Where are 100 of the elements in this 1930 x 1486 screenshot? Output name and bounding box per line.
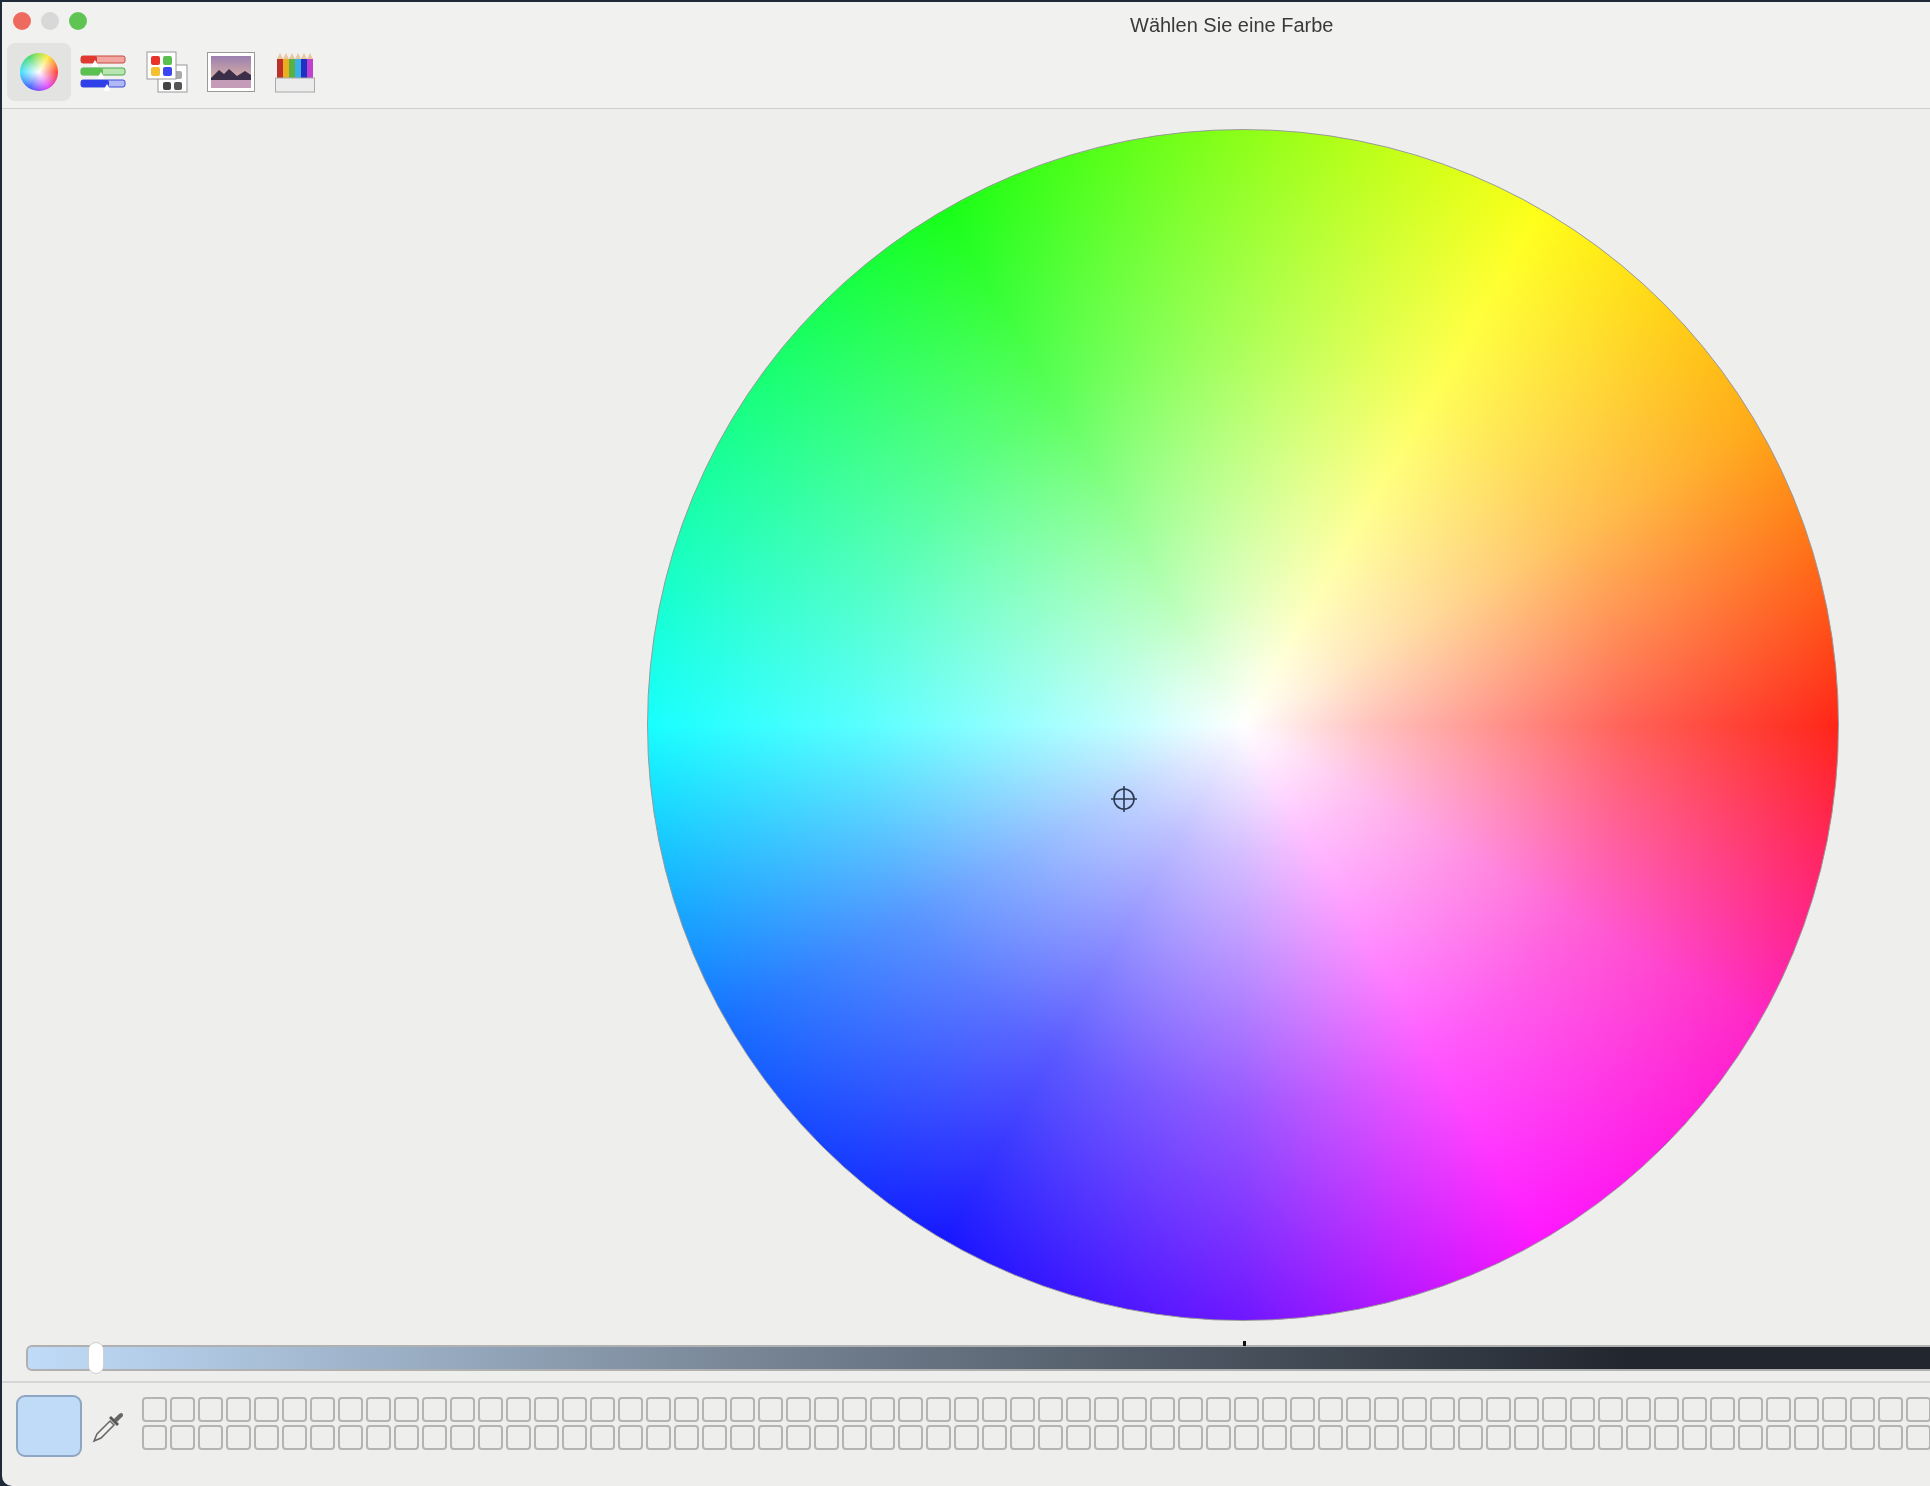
empty-swatch[interactable] <box>1794 1425 1819 1450</box>
empty-swatch[interactable] <box>1570 1397 1595 1422</box>
empty-swatch[interactable] <box>282 1425 307 1450</box>
empty-swatch[interactable] <box>1598 1425 1623 1450</box>
empty-swatch[interactable] <box>170 1425 195 1450</box>
empty-swatch[interactable] <box>1514 1425 1539 1450</box>
minimize-button[interactable] <box>41 12 59 30</box>
empty-swatch[interactable] <box>1066 1397 1091 1422</box>
empty-swatch[interactable] <box>1738 1397 1763 1422</box>
empty-swatch[interactable] <box>1738 1425 1763 1450</box>
empty-swatch[interactable] <box>646 1425 671 1450</box>
empty-swatch[interactable] <box>1402 1397 1427 1422</box>
empty-swatch[interactable] <box>982 1425 1007 1450</box>
empty-swatch[interactable] <box>1066 1425 1091 1450</box>
empty-swatch[interactable] <box>1878 1425 1903 1450</box>
empty-swatch[interactable] <box>1234 1425 1259 1450</box>
empty-swatch[interactable] <box>310 1397 335 1422</box>
empty-swatch[interactable] <box>1430 1425 1455 1450</box>
empty-swatch[interactable] <box>226 1397 251 1422</box>
empty-swatch[interactable] <box>926 1425 951 1450</box>
empty-swatch[interactable] <box>954 1397 979 1422</box>
empty-swatch[interactable] <box>1206 1425 1231 1450</box>
empty-swatch[interactable] <box>1234 1397 1259 1422</box>
empty-swatch[interactable] <box>338 1397 363 1422</box>
empty-swatch[interactable] <box>1206 1397 1231 1422</box>
empty-swatch[interactable] <box>534 1397 559 1422</box>
empty-swatch[interactable] <box>394 1425 419 1450</box>
empty-swatch[interactable] <box>842 1397 867 1422</box>
empty-swatch[interactable] <box>1150 1425 1175 1450</box>
empty-swatch[interactable] <box>1822 1397 1847 1422</box>
crosshair-icon[interactable] <box>1110 785 1138 813</box>
empty-swatch[interactable] <box>254 1397 279 1422</box>
empty-swatch[interactable] <box>730 1397 755 1422</box>
empty-swatch[interactable] <box>142 1397 167 1422</box>
empty-swatch[interactable] <box>394 1397 419 1422</box>
empty-swatch[interactable] <box>702 1425 727 1450</box>
empty-swatch[interactable] <box>478 1425 503 1450</box>
empty-swatch[interactable] <box>1402 1425 1427 1450</box>
empty-swatch[interactable] <box>1038 1397 1063 1422</box>
empty-swatch[interactable] <box>1290 1425 1315 1450</box>
empty-swatch[interactable] <box>1178 1397 1203 1422</box>
empty-swatch[interactable] <box>786 1425 811 1450</box>
empty-swatch[interactable] <box>1430 1397 1455 1422</box>
empty-swatch[interactable] <box>1766 1397 1791 1422</box>
empty-swatch[interactable] <box>1626 1397 1651 1422</box>
empty-swatch[interactable] <box>870 1425 895 1450</box>
empty-swatch[interactable] <box>1514 1397 1539 1422</box>
empty-swatch[interactable] <box>1374 1397 1399 1422</box>
empty-swatch[interactable] <box>562 1397 587 1422</box>
empty-swatch[interactable] <box>954 1425 979 1450</box>
empty-swatch[interactable] <box>1850 1425 1875 1450</box>
empty-swatch[interactable] <box>534 1425 559 1450</box>
empty-swatch[interactable] <box>758 1397 783 1422</box>
empty-swatch[interactable] <box>1458 1397 1483 1422</box>
close-button[interactable] <box>13 12 31 30</box>
empty-swatch[interactable] <box>1178 1425 1203 1450</box>
empty-swatch[interactable] <box>310 1425 335 1450</box>
empty-swatch[interactable] <box>898 1397 923 1422</box>
empty-swatch[interactable] <box>422 1425 447 1450</box>
empty-swatch[interactable] <box>478 1397 503 1422</box>
empty-swatch[interactable] <box>366 1397 391 1422</box>
empty-swatch[interactable] <box>1262 1425 1287 1450</box>
empty-swatch[interactable] <box>982 1397 1007 1422</box>
empty-swatch[interactable] <box>702 1397 727 1422</box>
empty-swatch[interactable] <box>674 1425 699 1450</box>
empty-swatch[interactable] <box>366 1425 391 1450</box>
empty-swatch[interactable] <box>1122 1397 1147 1422</box>
empty-swatch[interactable] <box>618 1397 643 1422</box>
empty-swatch[interactable] <box>646 1397 671 1422</box>
empty-swatch[interactable] <box>814 1425 839 1450</box>
empty-swatch[interactable] <box>1346 1425 1371 1450</box>
current-color-well[interactable] <box>16 1395 82 1457</box>
empty-swatch[interactable] <box>1850 1397 1875 1422</box>
empty-swatch[interactable] <box>1654 1397 1679 1422</box>
empty-swatch[interactable] <box>1766 1425 1791 1450</box>
empty-swatch[interactable] <box>226 1425 251 1450</box>
empty-swatch[interactable] <box>1262 1397 1287 1422</box>
empty-swatch[interactable] <box>1150 1397 1175 1422</box>
empty-swatch[interactable] <box>842 1425 867 1450</box>
empty-swatch[interactable] <box>926 1397 951 1422</box>
empty-swatch[interactable] <box>1794 1397 1819 1422</box>
empty-swatch[interactable] <box>1626 1425 1651 1450</box>
empty-swatch[interactable] <box>450 1397 475 1422</box>
empty-swatch[interactable] <box>674 1397 699 1422</box>
empty-swatch[interactable] <box>814 1397 839 1422</box>
empty-swatch[interactable] <box>1094 1425 1119 1450</box>
empty-swatch[interactable] <box>786 1397 811 1422</box>
empty-swatch[interactable] <box>870 1397 895 1422</box>
empty-swatch[interactable] <box>198 1425 223 1450</box>
empty-swatch[interactable] <box>1010 1397 1035 1422</box>
empty-swatch[interactable] <box>1486 1425 1511 1450</box>
empty-swatch[interactable] <box>1878 1397 1903 1422</box>
empty-swatch[interactable] <box>506 1397 531 1422</box>
empty-swatch[interactable] <box>898 1425 923 1450</box>
empty-swatch[interactable] <box>1318 1425 1343 1450</box>
empty-swatch[interactable] <box>1290 1397 1315 1422</box>
empty-swatch[interactable] <box>1542 1397 1567 1422</box>
empty-swatch[interactable] <box>1458 1425 1483 1450</box>
empty-swatch[interactable] <box>730 1425 755 1450</box>
empty-swatch[interactable] <box>590 1397 615 1422</box>
